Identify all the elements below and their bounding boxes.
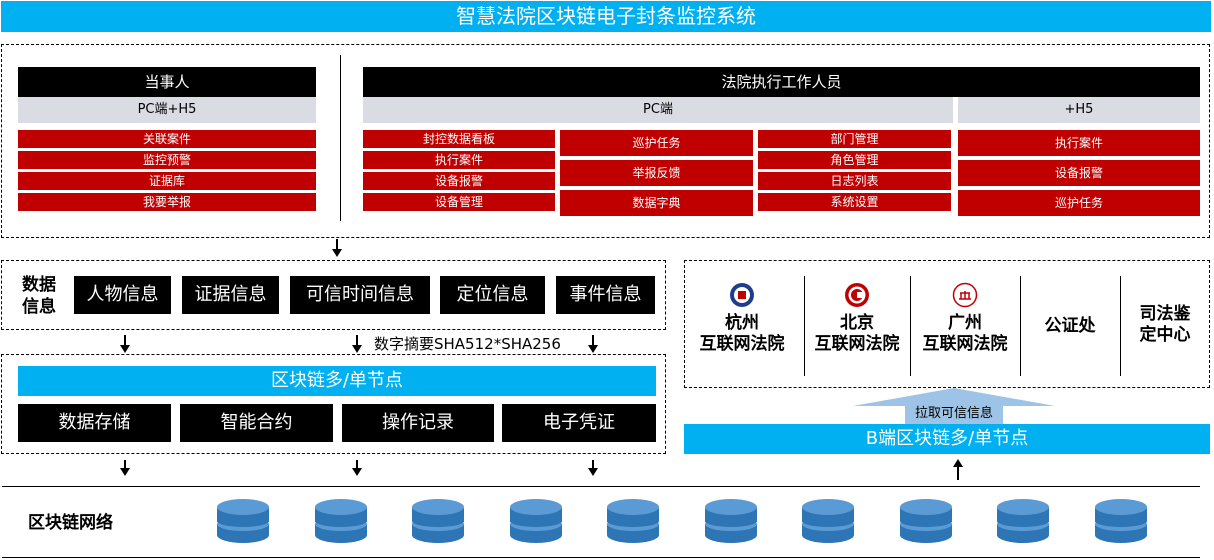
network-top-line (2, 486, 1200, 487)
party-function-list: 关联案件 监控预警 证据库 我要举报 (18, 130, 316, 214)
court-guangzhou: 广州 互联网法院 (911, 282, 1019, 355)
data-info-item[interactable]: 证据信息 (182, 276, 279, 314)
pc-function-item[interactable]: 数据字典 (560, 190, 753, 217)
data-info-item[interactable]: 可信时间信息 (290, 276, 430, 314)
party-function-item[interactable]: 关联案件 (18, 130, 316, 149)
pc-function-item[interactable]: 部门管理 (758, 130, 951, 149)
court-beijing: 北京 互联网法院 (805, 282, 909, 355)
forensic-center: 司法鉴 定中心 (1121, 304, 1209, 346)
network-bottom-line (2, 557, 1200, 558)
database-icon (1095, 499, 1147, 543)
court-name-line2: 互联网法院 (814, 334, 900, 354)
court-staff-header: 法院执行工作人员 (363, 67, 1200, 97)
pc-function-item[interactable]: 日志列表 (758, 172, 951, 191)
database-icon (997, 499, 1049, 543)
court-name-line1: 北京 (840, 313, 874, 333)
party-platform: PC端+H5 (18, 97, 316, 123)
down-arrow-icon (336, 239, 338, 249)
court-name-line2: 互联网法院 (699, 334, 785, 354)
database-icon (705, 499, 757, 543)
party-function-item[interactable]: 证据库 (18, 172, 316, 191)
pc-function-item[interactable]: 设备报警 (363, 172, 555, 191)
notary-office: 公证处 (1021, 316, 1119, 337)
court-name-line2: 互联网法院 (922, 334, 1008, 354)
guangzhou-court-emblem-icon (952, 282, 978, 308)
down-arrow-icon (356, 335, 358, 345)
down-arrow-icon (120, 468, 130, 476)
database-icon (217, 499, 269, 543)
h5-function-column: 执行案件 设备报警 巡护任务 (958, 130, 1200, 217)
party-header: 当事人 (18, 67, 316, 97)
pc-function-column-2: 巡护任务 举报反馈 数据字典 (560, 130, 753, 217)
database-icon (900, 499, 952, 543)
data-info-label-line1: 数据 (22, 275, 56, 295)
h5-function-item[interactable]: 巡护任务 (958, 190, 1200, 217)
pc-function-item[interactable]: 举报反馈 (560, 160, 753, 187)
database-icon (607, 499, 659, 543)
database-icon (412, 499, 464, 543)
court-hangzhou: 杭州 互联网法院 (686, 282, 798, 355)
court-staff-h5-label: +H5 (958, 97, 1200, 123)
data-info-label-line2: 信息 (22, 297, 56, 317)
party-function-item[interactable]: 我要举报 (18, 193, 316, 212)
database-icon (510, 499, 562, 543)
digest-label: 数字摘要SHA512*SHA256 (374, 335, 561, 353)
pc-function-column-1: 封控数据看板 执行案件 设备报警 设备管理 (363, 130, 555, 214)
court-name-line1: 广州 (948, 313, 982, 333)
court-staff-pc-label: PC端 (363, 97, 953, 123)
h5-function-item[interactable]: 设备报警 (958, 160, 1200, 187)
h5-function-item[interactable]: 执行案件 (958, 130, 1200, 157)
pull-label: 拉取可信信息 (914, 406, 993, 421)
court-name-line2: 定中心 (1139, 325, 1191, 345)
pc-function-column-3: 部门管理 角色管理 日志列表 系统设置 (758, 130, 951, 214)
down-arrow-icon (120, 345, 130, 353)
chain-item[interactable]: 操作记录 (342, 404, 494, 442)
court-name-line1: 杭州 (725, 313, 759, 333)
data-info-label: 数据 信息 (18, 274, 60, 318)
data-info-item[interactable]: 人物信息 (74, 276, 171, 314)
court-name-line1: 司法鉴 (1139, 304, 1191, 324)
party-function-item[interactable]: 监控预警 (18, 151, 316, 170)
network-label: 区块链网络 (28, 513, 113, 533)
section-divider (340, 55, 341, 221)
chain-header: 区块链多/单节点 (18, 366, 656, 396)
chain-item[interactable]: 电子凭证 (502, 404, 656, 442)
down-arrow-icon (352, 468, 362, 476)
data-info-item[interactable]: 定位信息 (440, 276, 545, 314)
down-arrow-icon (592, 335, 594, 345)
pc-function-item[interactable]: 封控数据看板 (363, 130, 555, 149)
court-name-line1: 公证处 (1044, 316, 1096, 336)
pc-function-item[interactable]: 设备管理 (363, 193, 555, 212)
database-icon (802, 499, 854, 543)
data-info-item[interactable]: 事件信息 (556, 276, 655, 314)
down-arrow-icon (588, 345, 598, 353)
pc-function-item[interactable]: 巡护任务 (560, 130, 753, 157)
down-arrow-icon (332, 249, 342, 257)
database-icon (315, 499, 367, 543)
down-arrow-icon (352, 345, 362, 353)
b-chain-node: B端区块链多/单节点 (684, 424, 1210, 454)
down-arrow-icon (124, 335, 126, 345)
pull-arrow: 拉取可信信息 (853, 388, 1055, 424)
down-arrow-icon (588, 468, 598, 476)
chain-item[interactable]: 数据存储 (18, 404, 171, 442)
page-title: 智慧法院区块链电子封条监控系统 (1, 1, 1211, 32)
pc-function-item[interactable]: 系统设置 (758, 193, 951, 212)
database-nodes (217, 499, 1147, 545)
beijing-court-emblem-icon (845, 283, 869, 307)
up-arrow-icon (957, 467, 959, 480)
hangzhou-court-emblem-icon (730, 283, 754, 307)
pc-function-item[interactable]: 执行案件 (363, 151, 555, 170)
pc-function-item[interactable]: 角色管理 (758, 151, 951, 170)
up-arrow-icon (953, 459, 963, 467)
chain-item[interactable]: 智能合约 (180, 404, 333, 442)
